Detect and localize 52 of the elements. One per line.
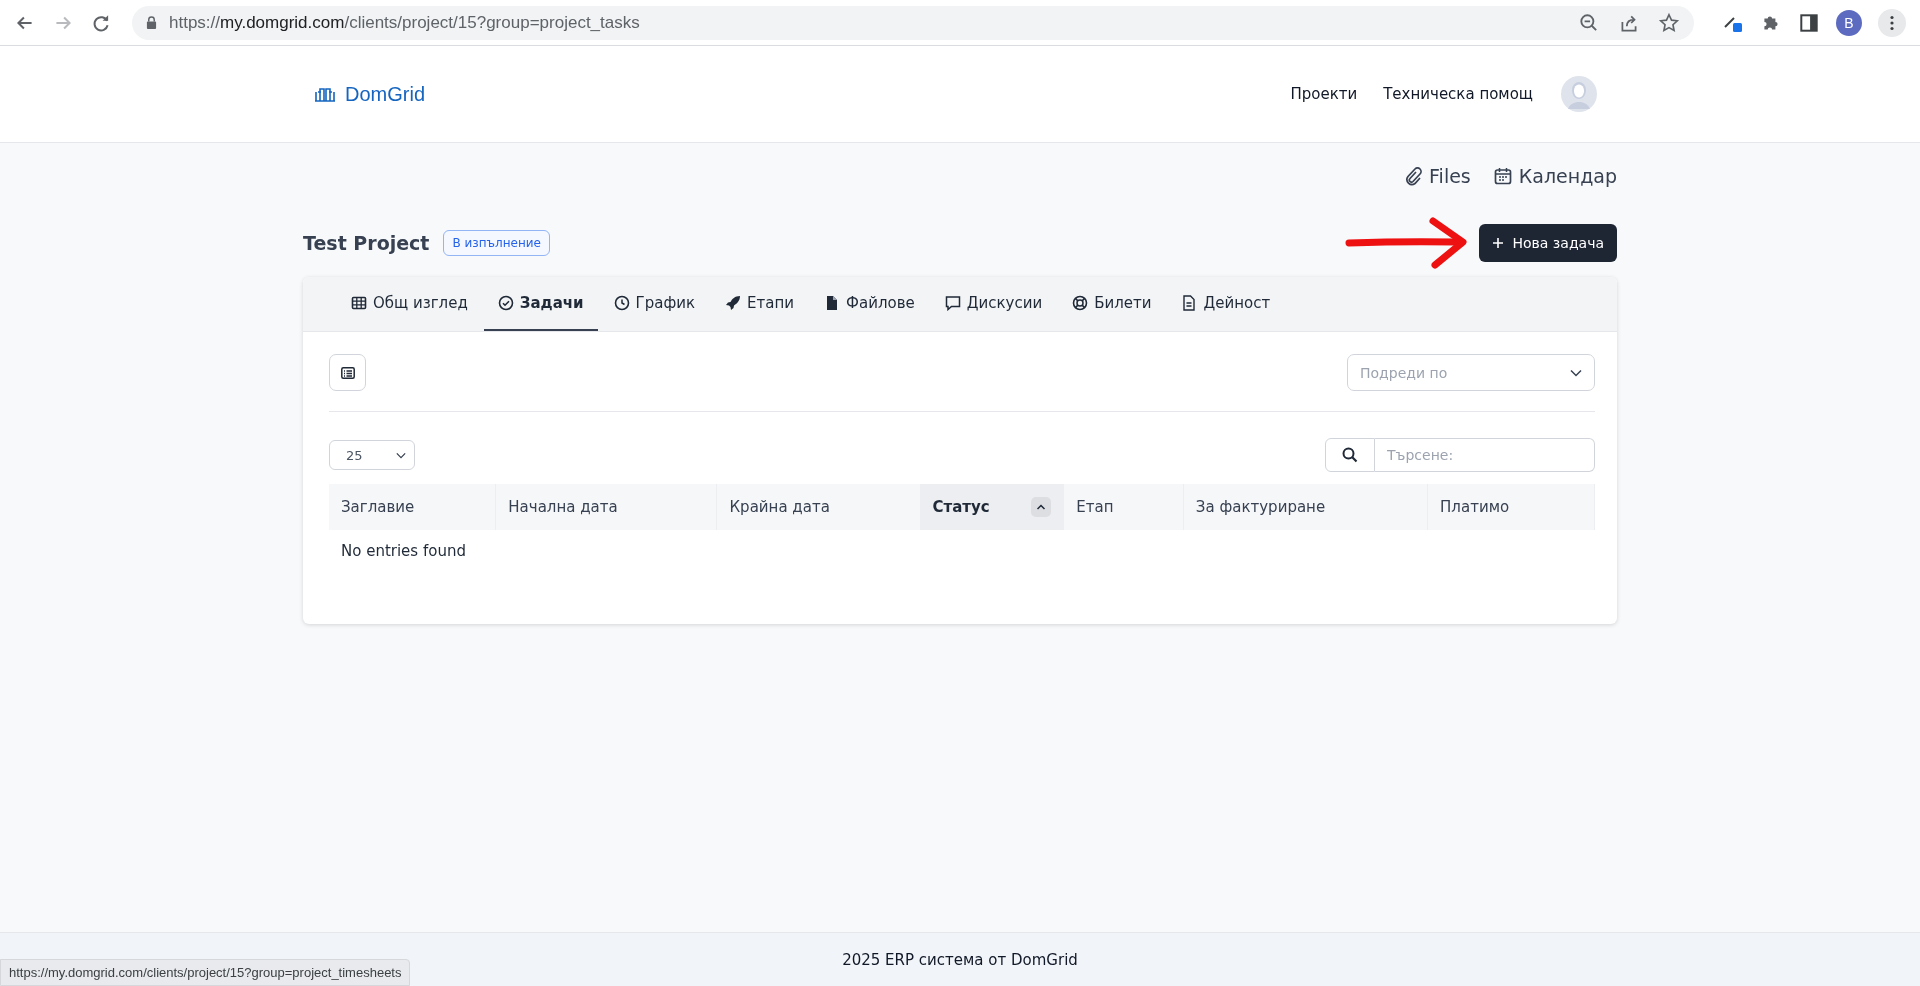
tab[interactable]: График: [599, 277, 710, 331]
url-text: https://my.domgrid.com/clients/project/15?group=project_tasks: [169, 12, 640, 33]
document-icon: [1181, 295, 1198, 311]
column-header[interactable]: Етап: [1063, 484, 1184, 530]
footer-text: 2025 ERP система от DomGrid: [842, 950, 1078, 969]
new-task-button[interactable]: Нова задача: [1479, 224, 1617, 262]
side-panel-icon[interactable]: [1798, 11, 1820, 34]
column-header[interactable]: Начална дата: [495, 484, 717, 530]
quick-link[interactable]: Календар: [1492, 165, 1617, 187]
tab[interactable]: Общ изглед: [337, 277, 482, 331]
column-header[interactable]: Статус: [920, 484, 1064, 530]
logo-text[interactable]: DomGrid: [345, 82, 425, 106]
star-icon[interactable]: [1658, 11, 1680, 34]
column-header[interactable]: За фактуриране: [1183, 484, 1428, 530]
column-header[interactable]: Заглавие: [329, 484, 496, 530]
plus-icon: [1492, 237, 1505, 249]
list-icon: [340, 366, 355, 379]
page-size-select[interactable]: 25: [329, 440, 415, 470]
clock-icon: [613, 295, 630, 311]
status-url: https://my.domgrid.com/clients/project/15?group=project_timesheets: [0, 959, 411, 986]
list-view-button[interactable]: [329, 354, 366, 391]
profile-avatar[interactable]: B: [1836, 9, 1862, 36]
check-circle-icon: [497, 295, 514, 311]
nav-link[interactable]: Проекти: [1290, 85, 1358, 103]
address-bar[interactable]: https://my.domgrid.com/clients/project/15?group=project_tasks: [132, 5, 1694, 40]
project-title: Test Project: [303, 232, 430, 254]
lock-icon: [146, 16, 157, 29]
tab[interactable]: Дискусии: [930, 277, 1057, 331]
empty-table-message: No entries found: [329, 530, 1595, 572]
column-header[interactable]: Крайна дата: [716, 484, 920, 530]
sort-ascending-icon: [1031, 497, 1052, 517]
tab[interactable]: Етапи: [711, 277, 809, 331]
calendar-icon: [1492, 166, 1513, 186]
tab[interactable]: Дейност: [1167, 277, 1285, 331]
logo-icon: [313, 85, 337, 103]
search-field[interactable]: Търсене:: [1375, 438, 1595, 472]
search-icon: [1342, 447, 1358, 463]
rocket-icon: [725, 295, 742, 311]
zoom-out-icon[interactable]: [1578, 11, 1600, 34]
status-badge: В изпълнение: [443, 230, 550, 256]
chat-icon: [944, 295, 961, 311]
quick-link[interactable]: Files: [1403, 165, 1471, 187]
chevron-down-icon: [1570, 368, 1582, 377]
tab[interactable]: Файлове: [810, 277, 929, 331]
menu-icon[interactable]: [1878, 8, 1906, 37]
column-header[interactable]: Платимо: [1427, 484, 1595, 530]
table-grid-icon: [351, 295, 367, 311]
tab[interactable]: Билети: [1058, 277, 1166, 331]
lifebuoy-icon: [1072, 295, 1089, 311]
chevron-down-icon: [396, 451, 406, 459]
paperclip-icon: [1403, 166, 1424, 186]
nav-link[interactable]: Техническа помощ: [1383, 85, 1533, 103]
